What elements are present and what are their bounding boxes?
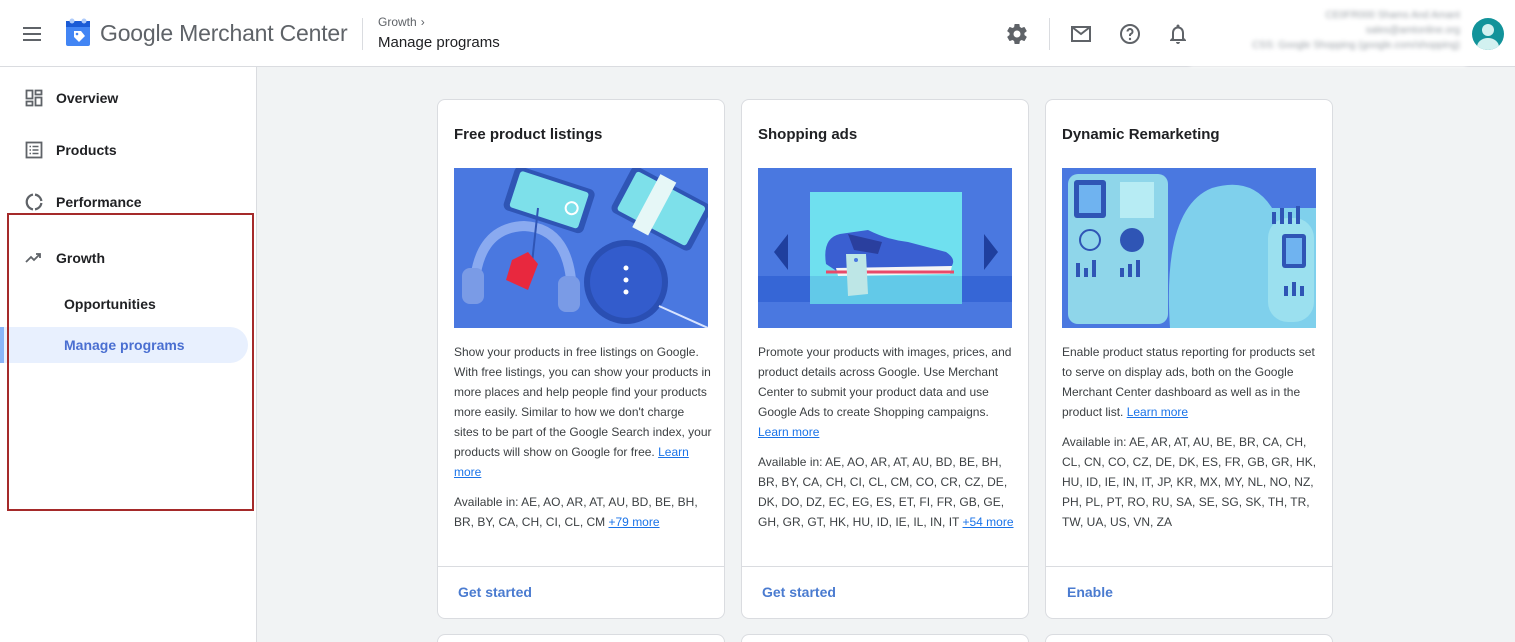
sidebar-item-overview[interactable]: Overview	[0, 78, 256, 118]
get-started-button[interactable]: Get started	[458, 584, 532, 600]
header-divider	[362, 18, 363, 50]
notifications-bell-icon[interactable]	[1166, 22, 1190, 46]
learn-more-link[interactable]: Learn more	[758, 425, 819, 439]
program-card-dynamic-remarketing: Dynamic Remarketing Enable product statu…	[1045, 99, 1333, 619]
card-description: Enable product status reporting for prod…	[1062, 345, 1315, 419]
card-description: Promote your products with images, price…	[758, 345, 1012, 439]
app-header: Google Merchant Center Growth › Manage pr…	[0, 0, 1515, 67]
dynamic-remarketing-illustration	[1062, 168, 1316, 328]
merchant-center-logo	[66, 18, 90, 46]
enable-button[interactable]: Enable	[1067, 584, 1113, 600]
learn-more-link[interactable]: Learn more	[1127, 405, 1188, 419]
brand-name: Google Merchant Center	[100, 20, 348, 46]
card-footer: Enable	[1046, 566, 1332, 618]
sidebar-item-products[interactable]: Products	[0, 130, 256, 170]
card-title: Dynamic Remarketing	[1062, 126, 1220, 143]
program-card-partial	[1045, 634, 1333, 642]
shopping-ads-illustration	[758, 168, 1012, 328]
sidebar-item-manage-programs[interactable]: Manage programs	[0, 327, 248, 363]
avatar[interactable]	[1472, 18, 1504, 50]
dashboard-icon	[25, 89, 43, 107]
sidebar-item-opportunities[interactable]: Opportunities	[0, 286, 248, 322]
account-name: CE0FR000 Shams And Amant	[1325, 10, 1460, 21]
sidebar: Overview Products Performance Growth Opp…	[0, 67, 257, 642]
card-footer: Get started	[742, 566, 1028, 618]
page-title: Manage programs	[378, 34, 500, 51]
breadcrumb[interactable]: Growth ›	[378, 15, 425, 29]
program-card-free-listings: Free product listings Show your products…	[437, 99, 725, 619]
card-title: Free product listings	[454, 126, 603, 143]
free-listings-illustration	[454, 168, 708, 328]
sidebar-item-performance[interactable]: Performance	[0, 182, 256, 222]
account-email: sales@amtonline.org	[1365, 25, 1460, 36]
card-availability: Available in: AE, AO, AR, AT, AU, BD, BE…	[758, 455, 1014, 529]
more-countries-link[interactable]: +79 more	[609, 515, 660, 529]
header-divider-2	[1049, 18, 1050, 50]
main-menu-button[interactable]	[20, 22, 44, 46]
help-icon[interactable]	[1118, 22, 1142, 46]
active-indicator	[0, 327, 4, 363]
trending-up-icon	[25, 253, 41, 263]
card-availability: Available in: AE, AO, AR, AT, AU, BD, BE…	[454, 495, 698, 529]
card-footer: Get started	[438, 566, 724, 618]
program-card-partial	[437, 634, 725, 642]
account-info[interactable]: CE0FR000 Shams And Amant sales@amtonline…	[1190, 8, 1466, 66]
chevron-right-icon: ›	[420, 15, 425, 29]
card-description: Show your products in free listings on G…	[454, 345, 712, 479]
mail-icon[interactable]	[1069, 22, 1093, 46]
card-availability: Available in: AE, AR, AT, AU, BE, BR, CA…	[1062, 435, 1317, 529]
program-card-shopping-ads: Shopping ads Promote your products with …	[741, 99, 1029, 619]
more-countries-link[interactable]: +54 more	[962, 515, 1013, 529]
card-title: Shopping ads	[758, 126, 858, 143]
account-css: CSS: Google Shopping (google.com/shoppin…	[1252, 40, 1460, 51]
program-card-partial	[741, 634, 1029, 642]
list-icon	[25, 141, 43, 159]
donut-chart-icon	[25, 193, 43, 211]
get-started-button[interactable]: Get started	[762, 584, 836, 600]
settings-gear-icon[interactable]	[1005, 22, 1029, 46]
sidebar-item-growth[interactable]: Growth	[0, 238, 256, 278]
